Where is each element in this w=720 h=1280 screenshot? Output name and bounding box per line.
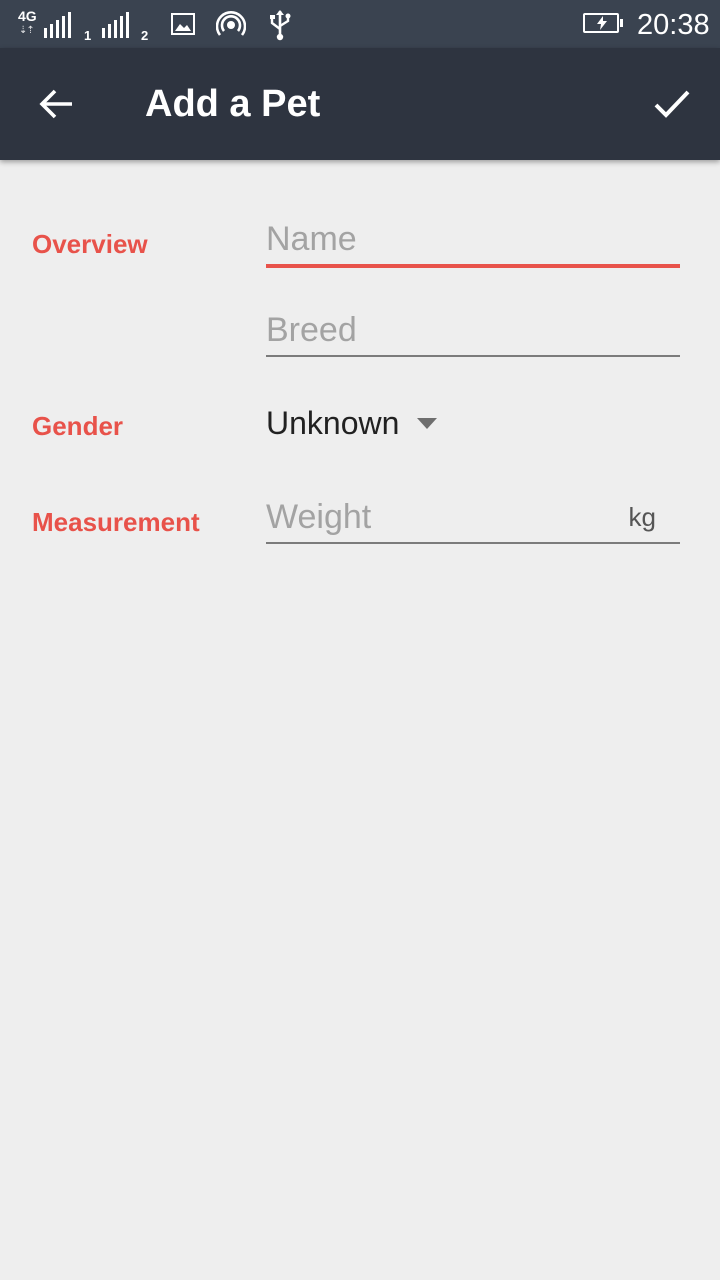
signal-icon (102, 12, 129, 38)
signal-icon (44, 12, 71, 38)
name-field[interactable] (266, 218, 680, 270)
weight-unit: kg (628, 502, 656, 532)
measurement-label: Measurement (32, 507, 200, 537)
check-icon (654, 90, 690, 118)
name-underline (266, 264, 680, 268)
clock: 20:38 (637, 9, 710, 41)
data-arrows-icon: ⇣⇡ (19, 25, 35, 36)
hotspot-icon (216, 11, 246, 36)
status-bar: 4G ⇣⇡ 1 2 20:38 (0, 0, 720, 48)
breed-underline (266, 355, 680, 357)
breed-field[interactable] (266, 309, 680, 359)
sim1-label: 1 (84, 28, 92, 43)
usb-icon (270, 10, 291, 41)
image-icon (171, 13, 195, 35)
arrow-back-icon (39, 89, 72, 119)
weight-input[interactable] (266, 496, 586, 538)
gender-dropdown[interactable]: Unknown (266, 400, 438, 446)
overview-label: Overview (32, 229, 148, 259)
app-bar: Add a Pet (0, 48, 720, 160)
dropdown-caret-icon (417, 417, 438, 429)
battery-charging-icon (583, 13, 623, 33)
weight-underline (266, 542, 680, 544)
back-button[interactable] (24, 72, 88, 136)
gender-selected-value: Unknown (266, 404, 400, 441)
gender-label: Gender (32, 411, 124, 441)
save-button[interactable] (640, 72, 704, 136)
weight-field[interactable]: kg (266, 496, 680, 546)
network-type: 4G (18, 8, 37, 24)
breed-input[interactable] (266, 309, 680, 351)
page-title: Add a Pet (145, 83, 321, 125)
name-input[interactable] (266, 218, 680, 260)
sim2-label: 2 (141, 28, 149, 43)
